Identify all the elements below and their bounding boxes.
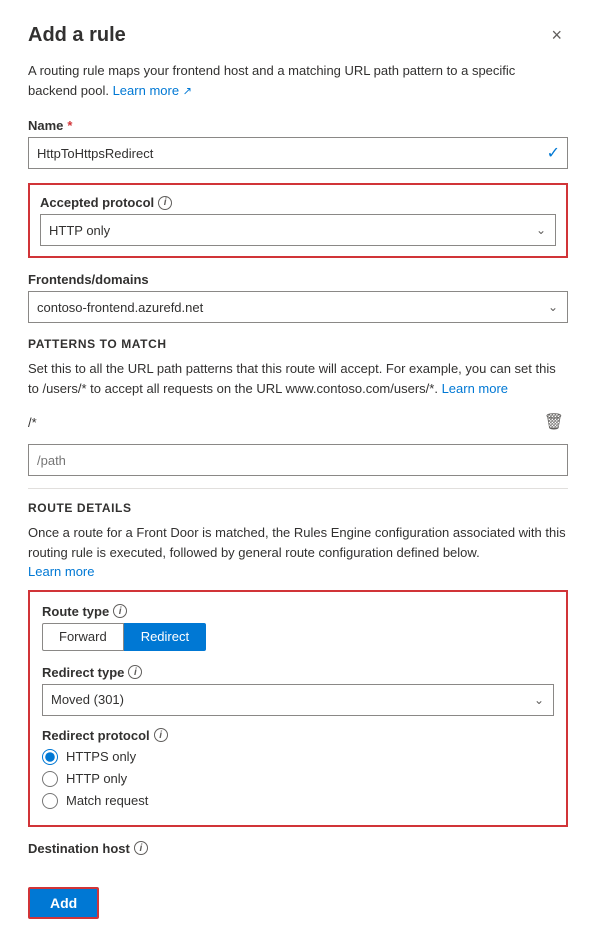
accepted-protocol-select[interactable]: HTTP only HTTPS only HTTP and HTTPS [40, 214, 556, 246]
accepted-protocol-highlighted: Accepted protocol i HTTP only HTTPS only… [28, 183, 568, 258]
redirect-protocol-label: Redirect protocol i [42, 728, 554, 743]
route-details-learn-more-link[interactable]: Learn more [28, 564, 94, 579]
redirect-type-label: Redirect type i [42, 665, 554, 680]
required-indicator: * [67, 118, 72, 133]
redirect-protocol-http-radio[interactable] [42, 771, 58, 787]
destination-host-info-icon[interactable]: i [134, 841, 148, 855]
redirect-protocol-http-label: HTTP only [66, 771, 127, 786]
route-type-info-icon[interactable]: i [113, 604, 127, 618]
frontends-domains-field-group: Frontends/domains contoso-frontend.azure… [28, 272, 568, 323]
accepted-protocol-info-icon[interactable]: i [158, 196, 172, 210]
panel-header: Add a rule × [28, 24, 568, 47]
check-icon: ✓ [547, 143, 560, 163]
route-type-toggle-group: Forward Redirect [42, 623, 554, 651]
path-input[interactable] [28, 444, 568, 476]
redirect-protocol-https-option[interactable]: HTTPS only [42, 749, 554, 765]
route-type-group: Route type i Forward Redirect [42, 604, 554, 651]
panel-title: Add a rule [28, 24, 126, 47]
redirect-protocol-match-option[interactable]: Match request [42, 793, 554, 809]
patterns-heading: PATTERNS TO MATCH [28, 337, 568, 351]
route-box: Route type i Forward Redirect Redirect t… [28, 590, 568, 827]
delete-pattern-button[interactable]: 🗑 [540, 408, 568, 436]
redirect-type-group: Redirect type i Moved (301) Found (302) … [42, 665, 554, 716]
add-rule-panel: Add a rule × A routing rule maps your fr… [0, 0, 596, 943]
name-input-wrapper: ✓ [28, 137, 568, 169]
route-type-redirect-button[interactable]: Redirect [124, 623, 206, 651]
route-details-description: Once a route for a Front Door is matched… [28, 523, 568, 582]
route-type-forward-button[interactable]: Forward [42, 623, 124, 651]
redirect-protocol-group: Redirect protocol i HTTPS only HTTP only… [42, 728, 554, 809]
redirect-protocol-info-icon[interactable]: i [154, 728, 168, 742]
redirect-protocol-https-label: HTTPS only [66, 749, 136, 764]
frontends-domains-label: Frontends/domains [28, 272, 568, 287]
close-button[interactable]: × [545, 24, 568, 46]
patterns-learn-more-link[interactable]: Learn more [442, 381, 508, 396]
pattern-row: /* 🗑 [28, 408, 568, 436]
frontends-domains-select-wrapper: contoso-frontend.azurefd.net ⌄ [28, 291, 568, 323]
name-input[interactable] [28, 137, 568, 169]
route-details-heading: ROUTE DETAILS [28, 501, 568, 515]
accepted-protocol-label: Accepted protocol i [40, 195, 556, 210]
panel-description: A routing rule maps your frontend host a… [28, 61, 568, 100]
redirect-protocol-match-radio[interactable] [42, 793, 58, 809]
divider [28, 488, 568, 489]
description-text: A routing rule maps your frontend host a… [28, 63, 515, 98]
redirect-type-info-icon[interactable]: i [128, 665, 142, 679]
destination-host-label: Destination host i [28, 841, 568, 856]
description-link[interactable]: Learn more ↗ [113, 83, 192, 98]
frontends-domains-select[interactable]: contoso-frontend.azurefd.net [28, 291, 568, 323]
redirect-protocol-match-label: Match request [66, 793, 148, 808]
redirect-protocol-https-radio[interactable] [42, 749, 58, 765]
route-type-label: Route type i [42, 604, 554, 619]
name-label: Name * [28, 118, 568, 133]
redirect-protocol-http-option[interactable]: HTTP only [42, 771, 554, 787]
accepted-protocol-select-wrapper: HTTP only HTTPS only HTTP and HTTPS ⌄ [40, 214, 556, 246]
patterns-section: PATTERNS TO MATCH Set this to all the UR… [28, 337, 568, 476]
pattern-value: /* [28, 415, 532, 430]
redirect-type-select[interactable]: Moved (301) Found (302) Temporary Redire… [42, 684, 554, 716]
route-details-section: ROUTE DETAILS Once a route for a Front D… [28, 501, 568, 827]
patterns-description: Set this to all the URL path patterns th… [28, 359, 568, 398]
redirect-protocol-radio-group: HTTPS only HTTP only Match request [42, 749, 554, 809]
name-field-group: Name * ✓ [28, 118, 568, 169]
redirect-type-select-wrapper: Moved (301) Found (302) Temporary Redire… [42, 684, 554, 716]
external-link-icon: ↗ [183, 85, 192, 97]
add-button[interactable]: Add [28, 887, 99, 919]
